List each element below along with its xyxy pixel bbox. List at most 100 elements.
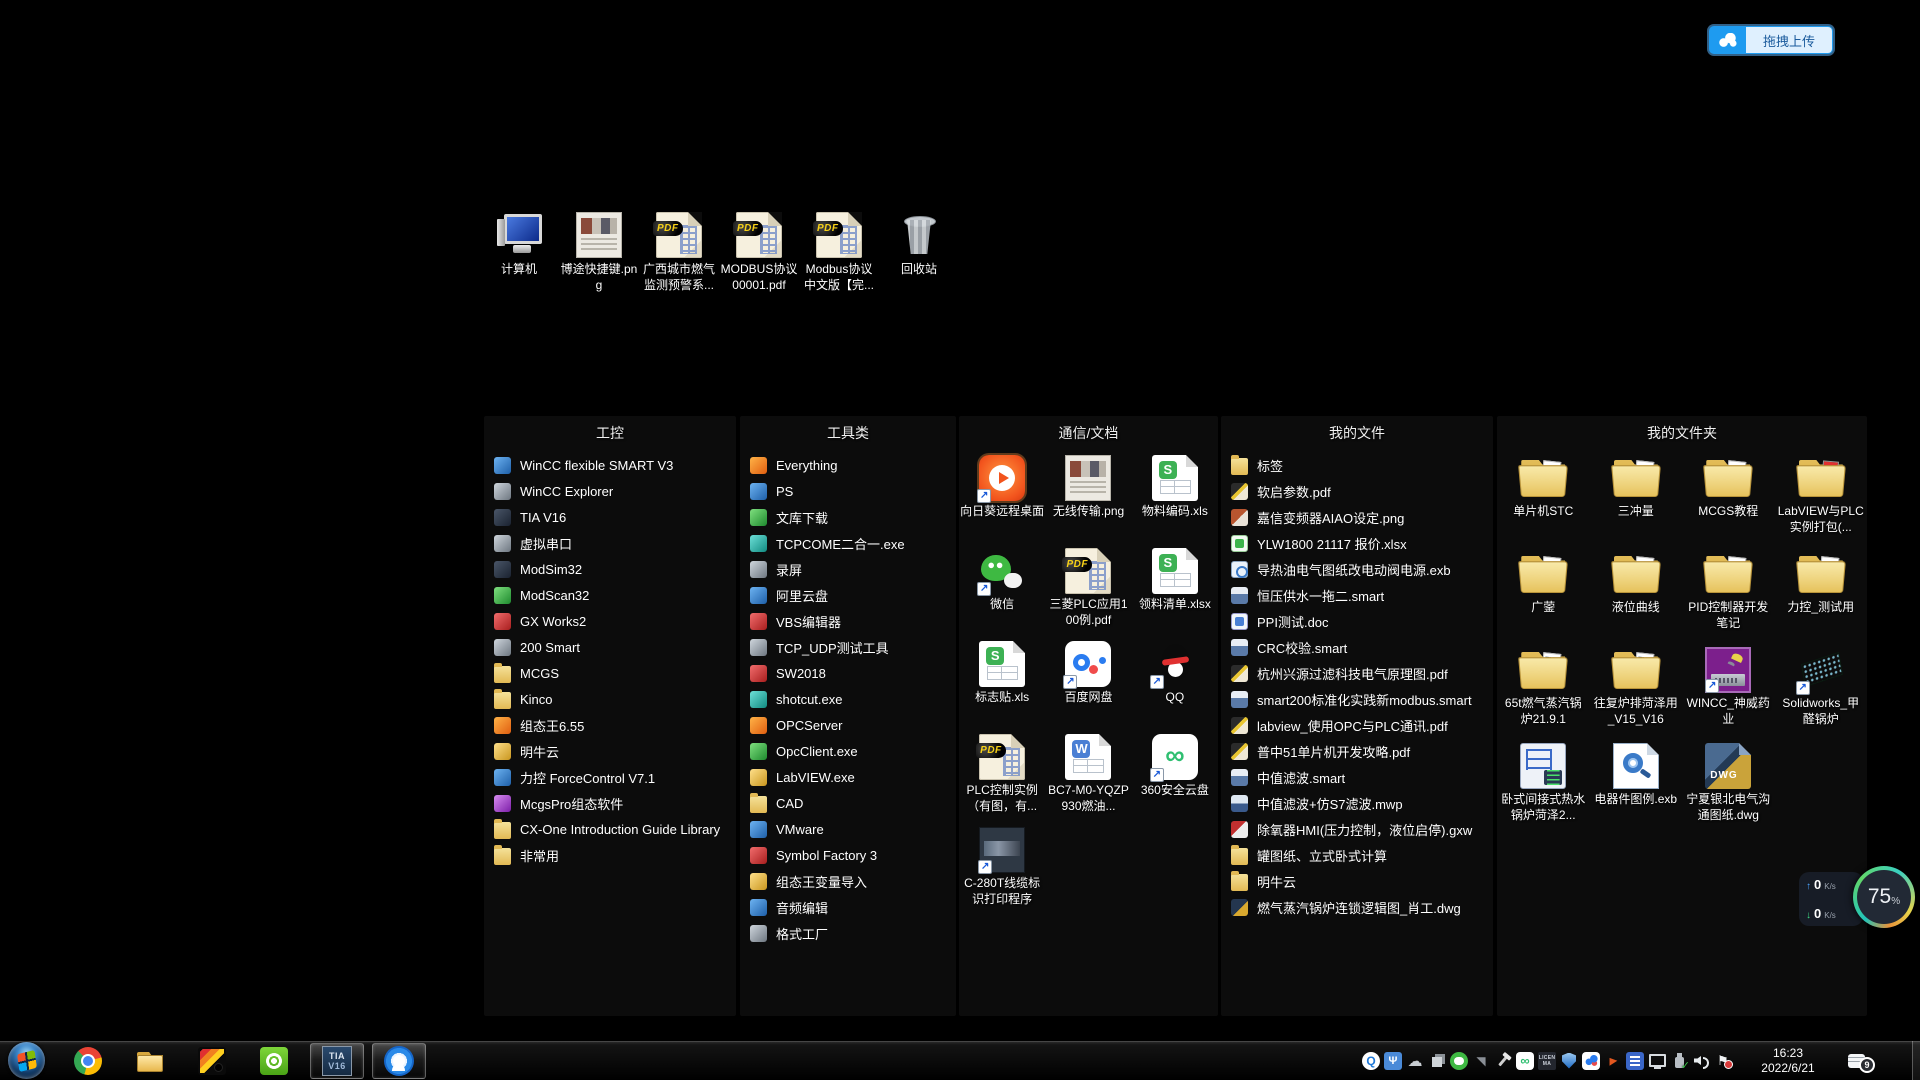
file-item[interactable]: ModScan32: [494, 582, 730, 608]
file-item[interactable]: 电器件图例.exb: [1590, 739, 1683, 835]
file-item[interactable]: ↗百度网盘: [1045, 637, 1131, 730]
file-item[interactable]: 无线传输.png: [1045, 451, 1131, 544]
file-item[interactable]: PDF三菱PLC应用100例.pdf: [1045, 544, 1131, 637]
file-item[interactable]: TIA V16: [494, 504, 730, 530]
input-method-tray-icon[interactable]: [1626, 1052, 1644, 1070]
file-item[interactable]: 200 Smart: [494, 634, 730, 660]
file-item[interactable]: 中值滤波+仿S7滤波.mwp: [1231, 790, 1487, 816]
file-item[interactable]: TIA65t燃气蒸汽锅炉21.9.1: [1497, 643, 1590, 739]
file-item[interactable]: ↗WINCC_神威药业: [1682, 643, 1775, 739]
desktop-icon[interactable]: PDFModbus协议中文版【完...: [799, 212, 879, 293]
file-item[interactable]: 恒压供水一拖二.smart: [1231, 582, 1487, 608]
file-item[interactable]: Kinco: [494, 686, 730, 712]
file-item[interactable]: WinCC Explorer: [494, 478, 730, 504]
qq-browser-taskbar-button[interactable]: [372, 1043, 426, 1079]
file-transfer-tray-icon[interactable]: [1428, 1052, 1446, 1070]
file-item[interactable]: CAD: [750, 790, 950, 816]
desktop-icon[interactable]: PDFMODBUS协议00001.pdf: [719, 212, 799, 293]
file-item[interactable]: ↗QQ: [1132, 637, 1218, 730]
file-item[interactable]: MCGS: [494, 660, 730, 686]
file-item[interactable]: ↗C-280T线缆标识打印程序: [959, 823, 1045, 916]
file-item[interactable]: TIA往复炉排菏泽用_V15_V16: [1590, 643, 1683, 739]
file-item[interactable]: 中值滤波.smart: [1231, 764, 1487, 790]
file-item[interactable]: 广蓥: [1497, 547, 1590, 643]
tia-v16-taskbar-button[interactable]: TIAV16: [310, 1043, 364, 1079]
qq-browser-tray-icon[interactable]: Q: [1362, 1052, 1380, 1070]
file-item[interactable]: 组态王6.55: [494, 712, 730, 738]
file-item[interactable]: 力控_测试用: [1775, 547, 1868, 643]
security-shield-tray-icon[interactable]: [1560, 1052, 1578, 1070]
desktop-icon[interactable]: 博途快捷键.png: [559, 212, 639, 293]
file-item[interactable]: 力控 ForceControl V7.1: [494, 764, 730, 790]
desktop-icon[interactable]: 回收站: [879, 212, 959, 293]
performance-gauge[interactable]: 75 %: [1853, 866, 1915, 928]
network-tray-icon[interactable]: [1648, 1052, 1666, 1070]
file-item[interactable]: 音频编辑: [750, 894, 950, 920]
file-item[interactable]: 阿里云盘: [750, 582, 950, 608]
desktop-icon[interactable]: PDF广西城市燃气监测预警系...: [639, 212, 719, 293]
caxa-taskbar-button[interactable]: [198, 1047, 226, 1075]
license-manager-tray-icon[interactable]: LICENMA: [1538, 1052, 1556, 1070]
file-item[interactable]: 文库下载: [750, 504, 950, 530]
file-item[interactable]: WBC7-M0-YQZP930燃油...: [1045, 730, 1131, 823]
usb-eject-tray-icon[interactable]: ✓: [1670, 1052, 1688, 1070]
file-item[interactable]: 明牛云: [494, 738, 730, 764]
file-item[interactable]: CX-One Introduction Guide Library: [494, 816, 730, 842]
file-item[interactable]: VBS编辑器: [750, 608, 950, 634]
notification-bubble[interactable]: 9: [1848, 1049, 1875, 1073]
file-item[interactable]: ↗向日葵远程桌面: [959, 451, 1045, 544]
taskbar-clock[interactable]: 16:23 2022/6/21: [1750, 1046, 1826, 1076]
file-item[interactable]: 罐图纸、立式卧式计算: [1231, 842, 1487, 868]
file-item[interactable]: 标签: [1231, 452, 1487, 478]
file-item[interactable]: 录屏: [750, 556, 950, 582]
file-item[interactable]: GX Works2: [494, 608, 730, 634]
file-item[interactable]: PDFPLC控制实例（有图，有...: [959, 730, 1045, 823]
file-item[interactable]: 杭州兴源过滤科技电气原理图.pdf: [1231, 660, 1487, 686]
file-item[interactable]: Symbol Factory 3: [750, 842, 950, 868]
file-item[interactable]: PS: [750, 478, 950, 504]
file-item[interactable]: OPCServer: [750, 712, 950, 738]
file-item[interactable]: ↗微信: [959, 544, 1045, 637]
file-item[interactable]: shotcut.exe: [750, 686, 950, 712]
file-item[interactable]: TCPCOME二合一.exe: [750, 530, 950, 556]
file-item[interactable]: 非常用: [494, 842, 730, 868]
show-desktop-button[interactable]: [1912, 1041, 1920, 1080]
file-item[interactable]: S标志贴.xls: [959, 637, 1045, 730]
chrome-taskbar-button[interactable]: [74, 1047, 102, 1075]
remote-client-tray-icon[interactable]: ◥: [1472, 1052, 1490, 1070]
file-item[interactable]: ↗Solidworks_甲醛锅炉: [1775, 643, 1868, 739]
wechat-tray-icon[interactable]: [1450, 1052, 1468, 1070]
file-item[interactable]: S领料清单.xlsx: [1132, 544, 1218, 637]
file-item[interactable]: PID控制器开发笔记: [1682, 547, 1775, 643]
file-item[interactable]: 燃气蒸汽锅炉连锁逻辑图_肖工.dwg: [1231, 894, 1487, 920]
file-item[interactable]: 明牛云: [1231, 868, 1487, 894]
start-button[interactable]: [8, 1042, 45, 1079]
file-item[interactable]: 液位曲线: [1590, 547, 1683, 643]
file-item[interactable]: smart200标准化实践新modbus.smart: [1231, 686, 1487, 712]
file-item[interactable]: SW2018: [750, 660, 950, 686]
baidu-netdisk-tray-icon[interactable]: [1582, 1052, 1600, 1070]
tool-tray-icon[interactable]: [1494, 1052, 1512, 1070]
file-item[interactable]: PPI测试.doc: [1231, 608, 1487, 634]
horn-tray-icon[interactable]: ►: [1604, 1052, 1622, 1070]
cloud360-tray-icon[interactable]: ∞: [1516, 1052, 1534, 1070]
file-item[interactable]: MCGS教程: [1682, 451, 1775, 547]
explorer-taskbar-button[interactable]: [136, 1047, 164, 1075]
file-item[interactable]: 卧式间接式热水锅炉菏泽2...: [1497, 739, 1590, 835]
volume-tray-icon[interactable]: [1692, 1052, 1710, 1070]
file-item[interactable]: 除氧器HMI(压力控制，液位启停).gxw: [1231, 816, 1487, 842]
file-item[interactable]: 软启参数.pdf: [1231, 478, 1487, 504]
usb-device-tray-icon[interactable]: Ψ: [1384, 1052, 1402, 1070]
file-item[interactable]: VMware: [750, 816, 950, 842]
desktop-icon[interactable]: 计算机: [479, 212, 559, 293]
file-item[interactable]: WinCC flexible SMART V3: [494, 452, 730, 478]
file-item[interactable]: S物料编码.xls: [1132, 451, 1218, 544]
file-item[interactable]: Everything: [750, 452, 950, 478]
file-item[interactable]: 导热油电气图纸改电动阀电源.exb: [1231, 556, 1487, 582]
file-item[interactable]: 嘉信变频器AIAO设定.png: [1231, 504, 1487, 530]
file-item[interactable]: 虚拟串口: [494, 530, 730, 556]
file-item[interactable]: CRC校验.smart: [1231, 634, 1487, 660]
file-item[interactable]: 普中51单片机开发攻略.pdf: [1231, 738, 1487, 764]
file-item[interactable]: YLW1800 21117 报价.xlsx: [1231, 530, 1487, 556]
file-item[interactable]: 格式工厂: [750, 920, 950, 946]
